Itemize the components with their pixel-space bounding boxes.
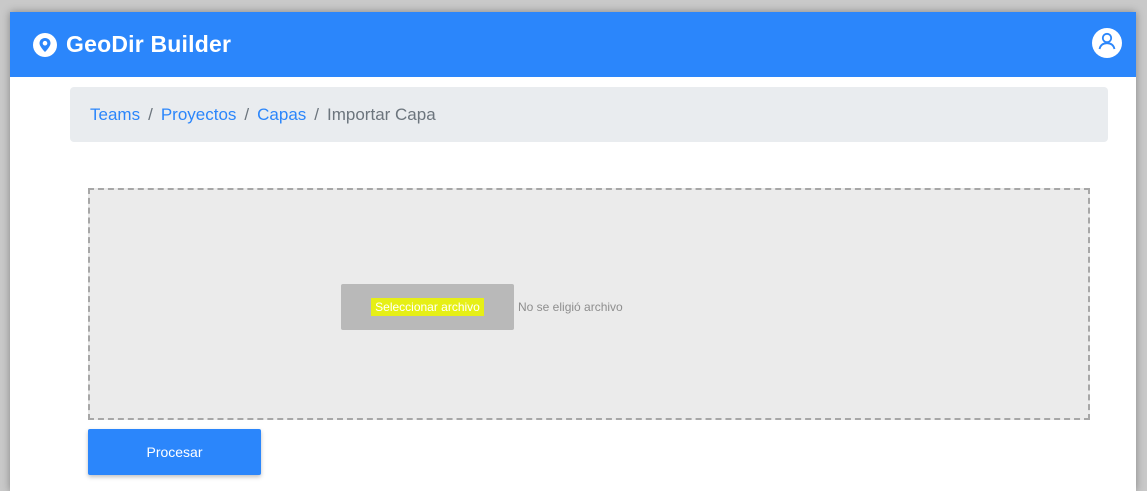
process-button[interactable]: Procesar [88,429,261,475]
select-file-button-label: Seleccionar archivo [371,298,484,316]
breadcrumb-item-capas[interactable]: Capas [257,105,306,125]
user-avatar-icon [1096,30,1118,57]
top-navbar: GeoDir Builder [10,12,1136,77]
brand[interactable]: GeoDir Builder [32,31,231,58]
breadcrumb-separator: / [148,104,153,124]
breadcrumb-separator: / [244,104,250,124]
breadcrumb-separator: / [314,104,320,124]
breadcrumb: Teams / Proyectos / Capas / Importar Cap… [70,87,1108,142]
file-status-text: No se eligió archivo [518,300,623,314]
breadcrumb-current-page: Importar Capa [327,104,436,124]
user-menu-button[interactable] [1092,28,1122,58]
location-pin-icon [32,32,58,58]
select-file-button[interactable]: Seleccionar archivo [341,284,514,330]
breadcrumb-item-teams[interactable]: Teams [90,105,140,125]
file-dropzone[interactable]: Seleccionar archivo No se eligió archivo [88,188,1090,420]
brand-name: GeoDir Builder [66,31,232,57]
breadcrumb-item-proyectos[interactable]: Proyectos [161,105,237,125]
app-window: GeoDir Builder Teams / Proyectos / Capas… [10,12,1136,491]
